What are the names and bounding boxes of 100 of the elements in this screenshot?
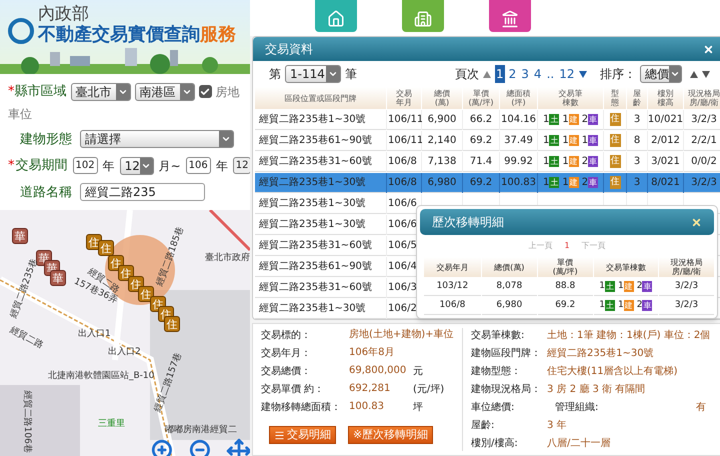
table-cell: 3/2/3 xyxy=(659,278,714,296)
table-cell: 3 xyxy=(627,152,647,172)
count-text: 1 xyxy=(542,155,550,169)
detail-value: 100.83 xyxy=(349,400,385,414)
map-label: 經貿二路185巷 xyxy=(154,225,187,288)
home-marker[interactable]: 住 xyxy=(164,316,180,332)
count-tag: 車 xyxy=(588,114,598,125)
table-cell: 106/11 xyxy=(387,110,421,130)
district-select[interactable]: 南港區 xyxy=(134,82,194,101)
map-label: 臺北市政府 xyxy=(205,252,250,265)
column-header: 總價(萬) xyxy=(482,257,537,277)
detail-button[interactable]: 交易明細 xyxy=(269,426,336,444)
count-tag: 建 xyxy=(568,135,579,146)
table-cell: 經貿二路235巷61~90號 xyxy=(255,131,386,151)
map-label: 嘟嘟房南港經貿二 xyxy=(165,424,237,437)
table-cell: 88.8 xyxy=(538,278,593,296)
type-tag: 住 xyxy=(610,112,620,126)
count-text: 2 xyxy=(582,176,588,190)
building-type-select[interactable]: 請選擇 xyxy=(80,130,234,148)
table-cell: 經貿二路235巷31~60號 xyxy=(255,152,386,172)
landmark-toolbar-icon[interactable] xyxy=(489,0,531,32)
page-link[interactable]: 2 xyxy=(508,65,518,83)
column-header: 交易年月 xyxy=(387,87,421,109)
detail-label: 交易總價： xyxy=(261,364,312,379)
close-icon[interactable] xyxy=(691,216,702,228)
table-row[interactable]: 經貿二路235巷1~30號 106/8 6,980 69.2 100.83 1 土 1建 2車 住 3 8/021 3/2/3 xyxy=(255,173,720,193)
from-month-select[interactable]: 12 xyxy=(120,156,154,175)
table-cell: 經貿二路235巷31~60號 xyxy=(255,236,386,256)
sort-select[interactable]: 總價 xyxy=(640,65,682,83)
map-label: 三重里 xyxy=(98,418,125,431)
road-name-field[interactable]: 經貿二路235 xyxy=(80,183,205,202)
page-label: 頁次 xyxy=(455,66,479,83)
home-marker[interactable]: 住 xyxy=(138,286,154,302)
table-cell: 6,980 xyxy=(482,297,537,315)
table-cell: 69.2 xyxy=(463,131,499,151)
count-tag: 車 xyxy=(588,156,598,167)
column-header: 總價 (萬) xyxy=(422,87,462,109)
table-cell: 3/2/3 xyxy=(684,173,720,193)
table-cell: 經貿二路235巷1~30號 xyxy=(255,173,386,193)
from-year-field[interactable]: 102 xyxy=(72,157,98,174)
detail-button[interactable]: ※歷次移轉明細 xyxy=(348,426,434,444)
page-link[interactable]: 1 xyxy=(495,65,505,83)
column-header: 現況格局房/廳/衛 xyxy=(659,257,714,277)
previous-page-icon[interactable] xyxy=(483,70,491,78)
table-cell: 104.16 xyxy=(500,110,537,130)
table-cell: 99.92 xyxy=(500,152,537,172)
sort-descending-icon[interactable] xyxy=(702,70,710,78)
home-marker[interactable]: 住 xyxy=(98,240,114,256)
type-tag: 住 xyxy=(610,134,620,148)
table-cell: 經貿二路235巷1~30號 xyxy=(255,299,386,319)
page-link[interactable]: 4 xyxy=(532,65,543,83)
table-cell: 6,900 xyxy=(422,110,462,130)
table-row[interactable]: 經貿二路235巷31~60號 106/8 7,138 71.4 99.92 1 土 1建 2車 住 3 3/021 0/0/2 xyxy=(255,152,720,172)
count-tag: 土 xyxy=(549,114,560,125)
current-page: 1 xyxy=(564,240,570,252)
detail-label: 交易年月： xyxy=(261,346,312,361)
house-toolbar-icon[interactable] xyxy=(315,0,357,32)
map-label: 經貿二路106巷 xyxy=(20,390,33,453)
table-cell: 3/2/3 xyxy=(684,110,720,130)
next-page-icon[interactable] xyxy=(579,70,588,78)
count-text: 1 xyxy=(542,113,550,127)
detail-label: 交易單價 約： xyxy=(261,382,326,397)
count-tag: 建 xyxy=(568,177,579,188)
column-header: 單價 (萬/坪) xyxy=(538,257,593,277)
table-cell: 71.4 xyxy=(463,152,499,172)
page-link[interactable]: 12 xyxy=(558,65,576,83)
table-cell: 2/012 xyxy=(648,131,683,151)
page-link[interactable]: .. xyxy=(546,65,556,83)
detail-label: 交易筆棟數: xyxy=(471,328,526,343)
table-cell: 8,078 xyxy=(482,278,537,296)
range-select[interactable]: 1-114 xyxy=(285,65,341,83)
building-toolbar-icon[interactable] xyxy=(402,0,444,32)
table-cell: 3 xyxy=(627,110,647,130)
map-marker[interactable]: 華 xyxy=(50,270,66,286)
to-year-field[interactable]: 106 xyxy=(186,157,211,174)
city-select[interactable]: 臺北市 xyxy=(70,82,130,101)
count-tag: 建 xyxy=(568,156,579,167)
parking-checkbox[interactable] xyxy=(198,85,212,98)
table-cell: 66.2 xyxy=(463,110,499,130)
detail-value: 八層/二十一層 xyxy=(547,436,610,451)
sort-ascending-icon[interactable] xyxy=(690,70,698,78)
detail-label: 建物現況格局： xyxy=(471,382,542,397)
count-tag: 車 xyxy=(642,300,652,311)
detail-value: 3 年 xyxy=(547,419,567,433)
to-month-select[interactable]: 12 xyxy=(232,157,252,174)
dialog-title: 交易資料 xyxy=(265,41,313,58)
count-tag: 土 xyxy=(549,177,560,188)
map-marker[interactable]: 華 xyxy=(12,228,28,244)
detail-value: 經貿二路235巷1~30號 xyxy=(547,346,654,361)
table-row[interactable]: 經貿二路235巷1~30號 106/11 6,900 66.2 104.16 1 土 1建 2車 住 3 10/021 3/2/3 xyxy=(255,110,720,130)
count-text: 1 xyxy=(599,298,605,312)
count-tag: 建 xyxy=(624,281,634,292)
table-cell: 經貿二路235巷61~90號 xyxy=(255,257,386,277)
table-row[interactable]: 經貿二路235巷61~90號 106/11 2,140 69.2 37.49 1 土 1建 1車 住 8 2/012 2/2/1 xyxy=(255,131,720,151)
table-cell: 3 xyxy=(627,173,647,193)
table-cell: 0/0/2 xyxy=(684,152,720,172)
table-cell: 106/8 xyxy=(424,297,481,315)
table-cell: 2/2/1 xyxy=(684,131,720,151)
page-link[interactable]: 3 xyxy=(520,65,530,83)
count-text: 1 xyxy=(542,176,550,190)
